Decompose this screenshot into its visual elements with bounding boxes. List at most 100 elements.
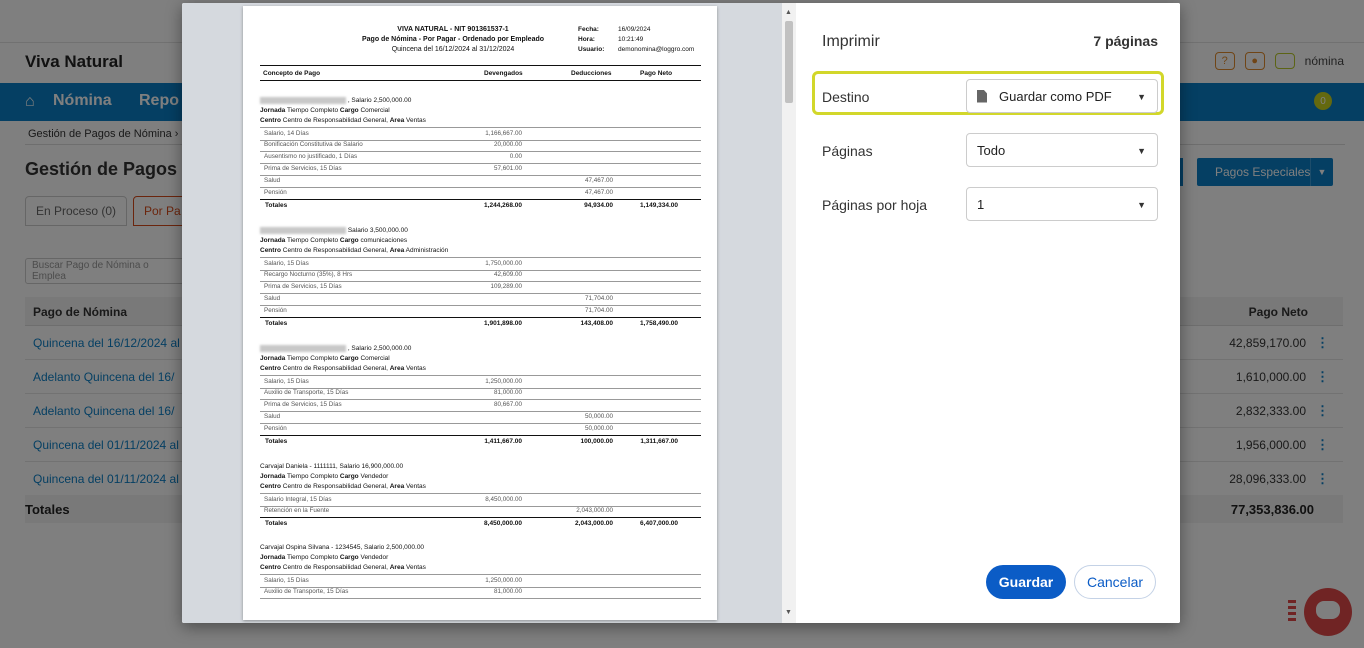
employee-jornada: Jornada Tiempo Completo Cargo comunicaci… <box>260 237 407 244</box>
destination-label: Destino <box>822 89 870 105</box>
jornada-value: Tiempo Completo <box>287 554 339 561</box>
preview-scrollbar[interactable]: ▲ ▼ <box>782 3 796 623</box>
jornada-value: Tiempo Completo <box>287 107 339 114</box>
line-devengado: 1,750,000.00 <box>485 260 522 267</box>
cargo-word: Cargo <box>339 237 359 244</box>
report-col-neto: Pago Neto <box>640 70 673 77</box>
line-devengado: 57,601.00 <box>493 165 522 172</box>
jornada-value: Tiempo Completo <box>287 473 339 480</box>
totals-word: Totales <box>265 438 288 445</box>
area-word: Area <box>389 483 405 490</box>
line-concept: Salud <box>264 413 281 420</box>
pages-select[interactable]: Todo ▼ <box>966 133 1158 167</box>
line-devengado: 1,166,667.00 <box>485 130 522 137</box>
line-concept: Bonificación Constitutiva de Salario <box>264 141 363 148</box>
line-concept: Salud <box>264 177 281 184</box>
employee-centro: Centro Centro de Responsabilidad General… <box>260 365 426 372</box>
line-deduccion: 47,467.00 <box>584 189 613 196</box>
totals-word: Totales <box>265 520 288 527</box>
line-concept: Salud <box>264 295 281 302</box>
employee-head-text: Carvajal Ospina Silvana - 1234545, Salar… <box>260 544 425 551</box>
meta-value: 10:21:49 <box>618 36 644 43</box>
employee-head: , Salario 2,500,000.00 <box>260 97 411 104</box>
line-devengado: 1,250,000.00 <box>485 577 522 584</box>
line-devengado: 81,000.00 <box>493 389 522 396</box>
line-devengado: 109,289.00 <box>490 283 522 290</box>
total-devengado: 1,244,268.00 <box>484 202 522 209</box>
line-devengado: 0.00 <box>509 153 522 160</box>
per-sheet-select[interactable]: 1 ▼ <box>966 187 1158 221</box>
line-concept: Prima de Servicios, 15 Días <box>264 283 342 290</box>
employee-jornada: Jornada Tiempo Completo Cargo Vendedor <box>260 473 388 480</box>
total-deduccion: 100,000.00 <box>580 438 613 445</box>
cargo-word: Cargo <box>339 107 359 114</box>
line-concept: Auxilio de Transporte, 15 Días <box>264 389 349 396</box>
jornada-value: Tiempo Completo <box>287 355 339 362</box>
employee-head-text: , Salario 2,500,000.00 <box>347 345 412 353</box>
dialog-title: Imprimir <box>822 33 880 50</box>
line-concept: Salario, 15 Días <box>264 260 309 267</box>
centro-value: Centro de Responsabilidad General, <box>282 117 388 124</box>
destination-select[interactable]: Guardar como PDF ▼ <box>966 79 1158 113</box>
total-neto: 1,149,334.00 <box>640 202 678 209</box>
employee-centro: Centro Centro de Responsabilidad General… <box>260 564 426 571</box>
line-deduccion: 50,000.00 <box>584 413 613 420</box>
line-deduccion: 71,704.00 <box>584 307 613 314</box>
jornada-word: Jornada <box>260 355 286 362</box>
meta-value: demonomina@loggro.com <box>618 46 695 53</box>
line-devengado: 8,450,000.00 <box>485 496 522 503</box>
meta-value: 16/09/2024 <box>618 26 651 33</box>
cargo-value: comunicaciones <box>360 237 408 244</box>
total-neto: 1,758,490.00 <box>640 320 678 327</box>
line-concept: Auxilio de Transporte, 15 Días <box>264 588 349 595</box>
total-devengado: 1,901,898.00 <box>484 320 522 327</box>
jornada-word: Jornada <box>260 554 286 561</box>
report-divider <box>260 80 701 81</box>
cargo-word: Cargo <box>339 473 359 480</box>
centro-word: Centro <box>260 564 281 571</box>
per-sheet-value: 1 <box>977 196 985 212</box>
print-preview[interactable]: VIVA NATURAL - NIT 901361537-1 Pago de N… <box>182 3 796 623</box>
line-concept: Salario, 15 Días <box>264 378 309 385</box>
meta-label: Hora: <box>578 36 595 43</box>
line-concept: Ausentismo no justificado, 1 Días <box>264 153 358 160</box>
meta-label: Usuario: <box>578 46 605 53</box>
page-count: 7 páginas <box>1093 33 1158 49</box>
employee-centro: Centro Centro de Responsabilidad General… <box>260 483 426 490</box>
cancel-button[interactable]: Cancelar <box>1074 565 1156 599</box>
scroll-down-icon[interactable]: ▼ <box>785 609 792 616</box>
report-divider <box>260 65 701 66</box>
per-sheet-label: Páginas por hoja <box>822 197 928 213</box>
scroll-thumb[interactable] <box>785 21 793 103</box>
scroll-up-icon[interactable]: ▲ <box>785 9 792 16</box>
report-col-devengados: Devengados <box>484 70 523 77</box>
jornada-word: Jornada <box>260 473 286 480</box>
report-subtitle: Pago de Nómina - Por Pagar - Ordenado po… <box>361 36 545 43</box>
line-deduccion: 2,043,000.00 <box>576 507 613 514</box>
area-value: Ventas <box>406 365 426 372</box>
preview-page: VIVA NATURAL - NIT 901361537-1 Pago de N… <box>243 6 717 620</box>
jornada-word: Jornada <box>260 107 286 114</box>
document-icon <box>977 89 987 103</box>
print-settings: Imprimir 7 páginas Destino Guardar como … <box>796 3 1180 623</box>
line-concept: Pensión <box>264 189 287 196</box>
save-button[interactable]: Guardar <box>986 565 1066 599</box>
employee-head: Salario 3,500,000.00 <box>260 227 408 234</box>
line-devengado: 80,667.00 <box>493 401 522 408</box>
employee-head: , Salario 2,500,000.00 <box>260 345 411 352</box>
area-word: Area <box>389 564 405 571</box>
line-concept: Pensión <box>264 307 287 314</box>
line-concept: Pensión <box>264 425 287 432</box>
employee-head: Carvajal Daniela - 1111111, Salario 16,9… <box>260 463 403 470</box>
cargo-value: Vendedor <box>360 554 389 561</box>
chevron-down-icon: ▼ <box>1137 200 1146 210</box>
cargo-value: Vendedor <box>360 473 389 480</box>
line-devengado: 20,000.00 <box>493 141 522 148</box>
line-concept: Recargo Nocturno (35%), 8 Hrs <box>264 271 353 278</box>
line-concept: Prima de Servicios, 15 Días <box>264 165 342 172</box>
area-word: Area <box>389 117 405 124</box>
cargo-word: Cargo <box>339 554 359 561</box>
total-devengado: 8,450,000.00 <box>484 520 522 527</box>
print-dialog: VIVA NATURAL - NIT 901361537-1 Pago de N… <box>182 3 1180 623</box>
employee-head-text: , Salario 2,500,000.00 <box>347 97 412 105</box>
